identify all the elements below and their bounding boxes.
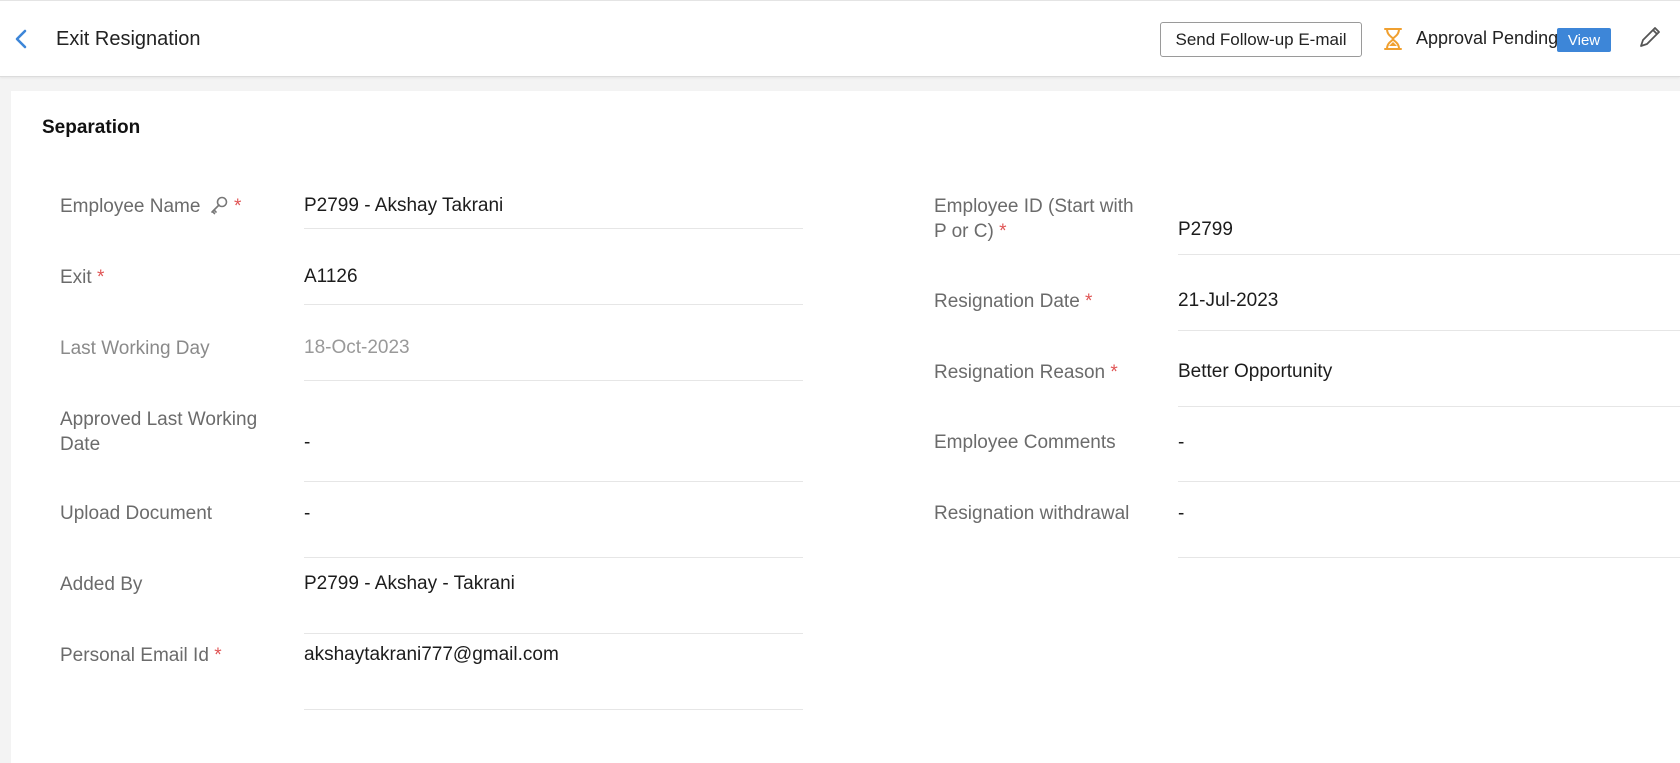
divider xyxy=(304,228,803,229)
resignation-withdrawal-label: Resignation withdrawal xyxy=(934,503,1130,524)
resignation-reason-value: Better Opportunity xyxy=(1178,361,1333,382)
divider xyxy=(304,557,803,558)
divider xyxy=(1178,406,1680,407)
divider xyxy=(1178,481,1680,482)
divider xyxy=(1178,557,1680,558)
upload-document-value[interactable]: - xyxy=(304,501,310,526)
last-working-day-value: 18-Oct-2023 xyxy=(304,337,410,358)
divider xyxy=(304,633,803,634)
section-title: Separation xyxy=(42,117,141,138)
employee-name-value: P2799 - Akshay Takrani xyxy=(304,195,504,216)
approved-last-working-date-value: - xyxy=(304,432,311,453)
divider xyxy=(1178,254,1680,255)
added-by-value: P2799 - Akshay - Takrani xyxy=(304,573,515,594)
resignation-date-value: 21-Jul-2023 xyxy=(1178,290,1279,311)
page-title: Exit Resignation xyxy=(56,28,201,50)
upload-document-label: Upload Document xyxy=(60,503,213,524)
divider xyxy=(304,481,803,482)
send-followup-email-button[interactable]: Send Follow-up E-mail xyxy=(1160,22,1362,57)
separation-card: Separation Employee Name * P2799 - Aksha… xyxy=(11,91,1680,763)
approval-status: Approval Pending xyxy=(1416,28,1559,48)
employee-comments-value: - xyxy=(1178,432,1185,453)
chevron-left-icon xyxy=(15,29,27,49)
exit-value: A1126 xyxy=(304,266,358,287)
back-button[interactable] xyxy=(10,25,32,53)
view-approval-button[interactable]: View xyxy=(1557,28,1611,52)
key-icon xyxy=(210,196,228,215)
exit-label: Exit * xyxy=(60,267,105,288)
hourglass-icon xyxy=(1384,28,1402,50)
employee-id-value: P2799 xyxy=(1178,219,1233,240)
personal-email-label: Personal Email Id * xyxy=(60,645,222,666)
approved-last-working-date-label: Approved Last Working Date xyxy=(60,409,258,455)
top-bar: Exit Resignation Send Follow-up E-mail A… xyxy=(0,0,1680,77)
pencil-icon[interactable] xyxy=(1636,25,1662,53)
personal-email-value: akshaytakrani777@gmail.com xyxy=(304,644,559,665)
employee-name-label: Employee Name * xyxy=(60,196,242,217)
resignation-withdrawal-value: - xyxy=(1178,503,1185,524)
divider xyxy=(1178,330,1680,331)
divider xyxy=(304,380,803,381)
resignation-reason-label: Resignation Reason * xyxy=(934,362,1118,383)
employee-comments-label: Employee Comments xyxy=(934,432,1116,453)
added-by-label: Added By xyxy=(60,574,143,595)
employee-id-label: Employee ID (Start with P or C) * xyxy=(934,196,1134,242)
divider xyxy=(304,709,803,710)
divider xyxy=(304,304,803,305)
last-working-day-label: Last Working Day xyxy=(60,338,210,359)
resignation-date-label: Resignation Date * xyxy=(934,291,1093,312)
